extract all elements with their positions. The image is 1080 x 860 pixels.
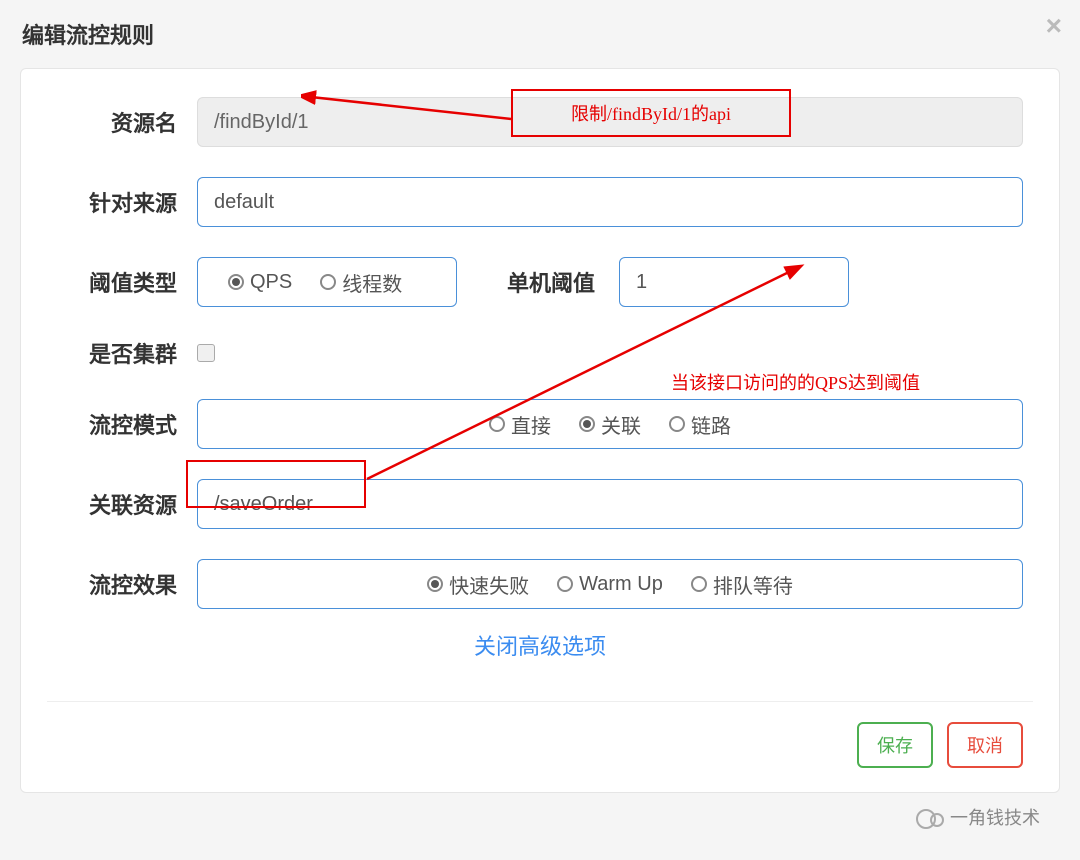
source-label: 针对来源 [57,186,197,218]
edit-flow-rule-modal: 编辑流控规则 × 资源名 针对来源 阈值类型 QPS [0,0,1080,860]
radio-fail-label: 快速失败 [449,570,529,599]
threshold-value-label: 单机阈值 [457,266,619,298]
threshold-type-group: QPS 线程数 [197,257,457,307]
cluster-label: 是否集群 [57,337,197,369]
radio-dot-icon [669,416,685,432]
annotation-text-qps: 当该接口访问的的QPS达到阈值 [671,369,920,395]
effect-label: 流控效果 [57,568,197,600]
mode-group: 直接 关联 链路 [197,399,1023,449]
radio-queue-label: 排队等待 [713,570,793,599]
resource-input [197,97,1023,147]
radio-direct-label: 直接 [511,410,551,439]
radio-thread[interactable]: 线程数 [320,268,402,297]
resource-label: 资源名 [57,106,197,138]
toggle-advanced-label: 关闭高级选项 [474,634,606,659]
modal-footer: 保存 取消 [57,722,1023,768]
effect-group: 快速失败 Warm Up 排队等待 [197,559,1023,609]
cluster-checkbox[interactable] [197,344,215,362]
radio-dot-icon [427,576,443,592]
mode-row: 流控模式 直接 关联 链路 [57,399,1023,449]
radio-queue[interactable]: 排队等待 [691,570,793,599]
radio-dot-icon [228,274,244,290]
resource-row: 资源名 [57,97,1023,147]
radio-dot-icon [557,576,573,592]
radio-direct[interactable]: 直接 [489,410,551,439]
threshold-value-input[interactable] [619,257,849,307]
radio-qps[interactable]: QPS [228,271,292,294]
radio-fail[interactable]: 快速失败 [427,570,529,599]
cluster-row: 是否集群 [57,337,1023,369]
modal-title: 编辑流控规则 [0,0,1080,60]
mode-label: 流控模式 [57,408,197,440]
cancel-button[interactable]: 取消 [947,722,1023,768]
divider [47,701,1033,702]
radio-chain-label: 链路 [691,410,731,439]
radio-chain[interactable]: 链路 [669,410,731,439]
radio-dot-icon [579,416,595,432]
related-resource-label: 关联资源 [57,488,197,520]
wechat-icon [916,805,944,829]
related-resource-input[interactable] [197,479,1023,529]
radio-assoc[interactable]: 关联 [579,410,641,439]
radio-assoc-label: 关联 [601,410,641,439]
source-input[interactable] [197,177,1023,227]
effect-row: 流控效果 快速失败 Warm Up 排队等待 [57,559,1023,609]
radio-dot-icon [489,416,505,432]
radio-qps-label: QPS [250,271,292,294]
toggle-advanced[interactable]: 关闭高级选项 [57,629,1023,661]
radio-thread-label: 线程数 [342,268,402,297]
watermark-text: 一角钱技术 [950,804,1040,830]
radio-warmup-label: Warm Up [579,573,663,596]
threshold-type-label: 阈值类型 [57,266,197,298]
watermark: 一角钱技术 [916,804,1040,830]
radio-dot-icon [691,576,707,592]
radio-dot-icon [320,274,336,290]
threshold-row: 阈值类型 QPS 线程数 单机阈值 [57,257,1023,307]
source-row: 针对来源 [57,177,1023,227]
form-panel: 资源名 针对来源 阈值类型 QPS 线程数 [20,68,1060,793]
radio-warmup[interactable]: Warm Up [557,573,663,596]
related-resource-row: 关联资源 [57,479,1023,529]
save-button[interactable]: 保存 [857,722,933,768]
close-icon[interactable]: × [1046,10,1062,42]
